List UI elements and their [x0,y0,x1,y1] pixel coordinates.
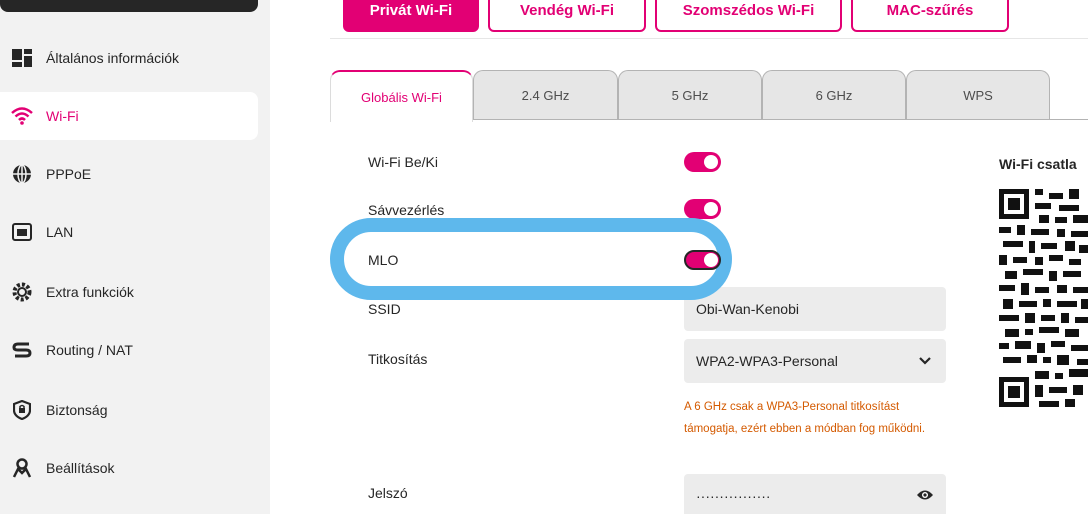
header-divider [330,38,1088,39]
sidebar-item-extra[interactable]: Extra funkciók [0,268,258,316]
band-steering-toggle[interactable] [684,199,721,219]
password-value: ················ [696,488,771,504]
mlo-label: MLO [368,252,399,268]
shield-icon [10,398,34,422]
sidebar: Általános információk Wi-Fi PPPoE LAN Ex… [0,0,270,514]
tab-private-wifi[interactable]: Privát Wi-Fi [343,0,479,32]
tab-panel-border [472,119,1088,120]
band-steering-label: Sávvezérlés [368,202,445,218]
sidebar-item-general-info[interactable]: Általános információk [0,34,258,82]
sidebar-item-wifi[interactable]: Wi-Fi [0,92,258,140]
ssid-label: SSID [368,301,401,317]
tab-neighbor-wifi[interactable]: Szomszédos Wi-Fi [655,0,842,32]
mlo-toggle[interactable] [684,250,721,270]
info-grid-icon [10,46,34,70]
tab-mac-filter[interactable]: MAC-szűrés [851,0,1009,32]
chevron-down-icon [918,353,932,370]
wifi-toggle-label: Wi-Fi Be/Ki [368,154,438,170]
sidebar-item-label: Biztonság [46,402,108,418]
subtab-2-4ghz[interactable]: 2.4 GHz [473,70,618,120]
password-label: Jelszó [368,485,408,501]
gear-icon [10,280,34,304]
sidebar-item-label: Wi-Fi [46,108,79,124]
encryption-hint: A 6 GHz csak a WPA3-Personal titkosítást… [684,401,926,435]
sidebar-item-routing[interactable]: Routing / NAT [0,326,258,374]
sidebar-header [0,0,258,12]
subtab-wps[interactable]: WPS [906,70,1050,120]
wifi-icon [10,104,34,128]
wifi-toggle[interactable] [684,152,721,172]
routing-icon [10,338,34,362]
subtab-5ghz[interactable]: 5 GHz [618,70,762,120]
sidebar-item-label: Általános információk [46,50,180,66]
globe-icon [10,162,34,186]
user-icon [10,456,34,480]
sidebar-item-label: Beállítások [46,460,115,476]
qr-code [999,189,1088,407]
password-input[interactable]: ················ [684,474,946,514]
sidebar-item-label: PPPoE [46,166,92,182]
sidebar-item-label: LAN [46,224,74,240]
lan-port-icon [10,220,34,244]
eye-icon[interactable] [916,488,934,505]
ssid-value: Obi-Wan-Kenobi [696,301,799,317]
sidebar-item-pppoe[interactable]: PPPoE [0,150,258,198]
sidebar-item-settings[interactable]: Beállítások [0,444,258,492]
sidebar-item-label: Routing / NAT [46,342,133,358]
encryption-label: Titkosítás [368,351,428,367]
subtab-global-wifi[interactable]: Globális Wi-Fi [330,70,473,122]
ssid-input[interactable]: Obi-Wan-Kenobi [684,287,946,331]
sidebar-item-label: Extra funkciók [46,284,134,300]
encryption-value: WPA2-WPA3-Personal [696,353,838,369]
sidebar-item-security[interactable]: Biztonság [0,386,258,434]
tab-guest-wifi[interactable]: Vendég Wi-Fi [488,0,646,32]
sidebar-item-lan[interactable]: LAN [0,208,258,256]
qr-title: Wi-Fi csatla [999,156,1077,172]
encryption-select[interactable]: WPA2-WPA3-Personal [684,339,946,383]
subtab-6ghz[interactable]: 6 GHz [762,70,906,120]
